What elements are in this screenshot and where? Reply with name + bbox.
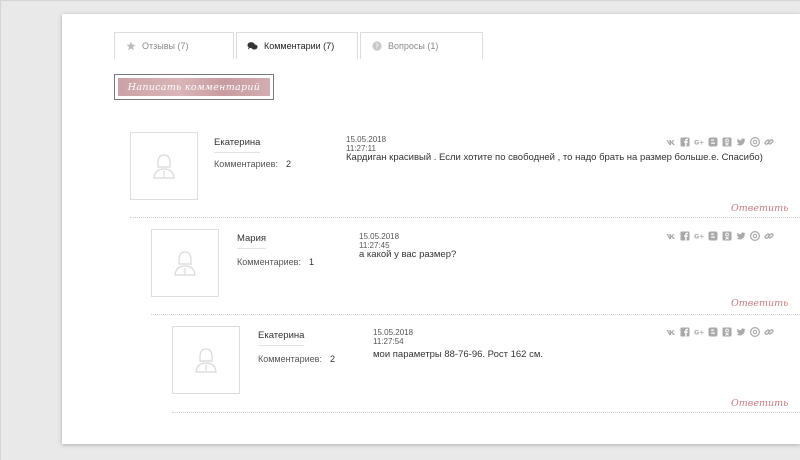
odnoklassniki-icon[interactable] bbox=[722, 231, 732, 241]
question-icon: ? bbox=[371, 41, 382, 52]
tab-reviews[interactable]: Отзывы (7) bbox=[114, 32, 234, 59]
tab-questions[interactable]: ? Вопросы (1) bbox=[360, 32, 483, 59]
comment-count: Комментариев: 2 bbox=[214, 159, 291, 169]
comment-count: Комментариев: 2 bbox=[258, 354, 335, 364]
svg-text:G+: G+ bbox=[694, 140, 704, 147]
separator bbox=[172, 412, 800, 413]
comment-text: Кардиган красивый . Если хотите по свобо… bbox=[346, 152, 763, 163]
facebook-icon[interactable] bbox=[680, 231, 690, 241]
twitter-icon[interactable] bbox=[736, 327, 746, 337]
comments-panel: Отзывы (7) Комментарии (7) ? Вопросы (1)… bbox=[62, 14, 800, 444]
comment-count: Комментариев: 1 bbox=[237, 257, 314, 267]
tab-comments-label: Комментарии (7) bbox=[264, 41, 335, 51]
share-icons: G+ bbox=[666, 231, 774, 241]
mail-icon[interactable] bbox=[750, 231, 760, 241]
write-comment-button[interactable]: Написать комментарий bbox=[114, 74, 274, 100]
comment-count-value: 2 bbox=[285, 159, 291, 169]
google-plus-icon[interactable]: G+ bbox=[694, 137, 704, 147]
odnoklassniki-icon[interactable] bbox=[722, 137, 732, 147]
write-comment-label: Написать комментарий bbox=[118, 78, 270, 96]
comment-count-label: Комментариев: bbox=[237, 257, 301, 267]
mail-icon[interactable] bbox=[750, 137, 760, 147]
comment-author[interactable]: Екатерина bbox=[258, 330, 305, 346]
link-icon[interactable] bbox=[764, 327, 774, 337]
reply-button[interactable]: Ответить bbox=[731, 203, 788, 214]
comment-text: мои параметры 88-76-96. Рост 162 см. bbox=[373, 349, 544, 360]
comment-author[interactable]: Екатерина bbox=[214, 137, 261, 153]
blogger-icon[interactable] bbox=[708, 137, 718, 147]
mail-icon[interactable] bbox=[750, 327, 760, 337]
star-icon bbox=[125, 41, 136, 52]
comment-count-label: Комментариев: bbox=[214, 159, 278, 169]
user-placeholder-icon bbox=[195, 348, 217, 373]
reply-button[interactable]: Ответить bbox=[731, 298, 788, 309]
comment-date: 15.05.2018 11:27:54 bbox=[373, 328, 414, 346]
link-icon[interactable] bbox=[764, 137, 774, 147]
tab-questions-label: Вопросы (1) bbox=[388, 41, 439, 51]
google-plus-icon[interactable]: G+ bbox=[694, 231, 704, 241]
vk-icon[interactable] bbox=[666, 231, 676, 241]
avatar bbox=[151, 229, 219, 297]
odnoklassniki-icon[interactable] bbox=[722, 327, 732, 337]
link-icon[interactable] bbox=[764, 231, 774, 241]
comment-count-label: Комментариев: bbox=[258, 354, 322, 364]
facebook-icon[interactable] bbox=[680, 327, 690, 337]
twitter-icon[interactable] bbox=[736, 137, 746, 147]
google-plus-icon[interactable]: G+ bbox=[694, 327, 704, 337]
blogger-icon[interactable] bbox=[708, 231, 718, 241]
share-icons: G+ bbox=[666, 327, 774, 337]
share-icons: G+ bbox=[666, 137, 774, 147]
comment-count-value: 1 bbox=[308, 257, 314, 267]
tab-reviews-label: Отзывы (7) bbox=[142, 41, 189, 51]
blogger-icon[interactable] bbox=[708, 327, 718, 337]
chat-icon bbox=[247, 41, 258, 52]
vk-icon[interactable] bbox=[666, 327, 676, 337]
avatar bbox=[130, 132, 198, 200]
user-placeholder-icon bbox=[153, 154, 175, 179]
facebook-icon[interactable] bbox=[680, 137, 690, 147]
avatar bbox=[172, 326, 240, 394]
separator bbox=[130, 217, 800, 218]
reply-button[interactable]: Ответить bbox=[731, 398, 788, 409]
comment-count-value: 2 bbox=[329, 354, 335, 364]
tabs-bar: Отзывы (7) Комментарии (7) ? Вопросы (1) bbox=[114, 32, 485, 59]
svg-text:G+: G+ bbox=[694, 330, 704, 337]
comment-author[interactable]: Мария bbox=[237, 233, 267, 249]
svg-text:?: ? bbox=[375, 43, 379, 51]
twitter-icon[interactable] bbox=[736, 231, 746, 241]
comment-text: а какой у вас размер? bbox=[359, 249, 457, 260]
user-placeholder-icon bbox=[174, 251, 196, 276]
tab-comments[interactable]: Комментарии (7) bbox=[236, 32, 358, 59]
svg-text:G+: G+ bbox=[694, 234, 704, 241]
separator bbox=[151, 314, 800, 315]
vk-icon[interactable] bbox=[666, 137, 676, 147]
